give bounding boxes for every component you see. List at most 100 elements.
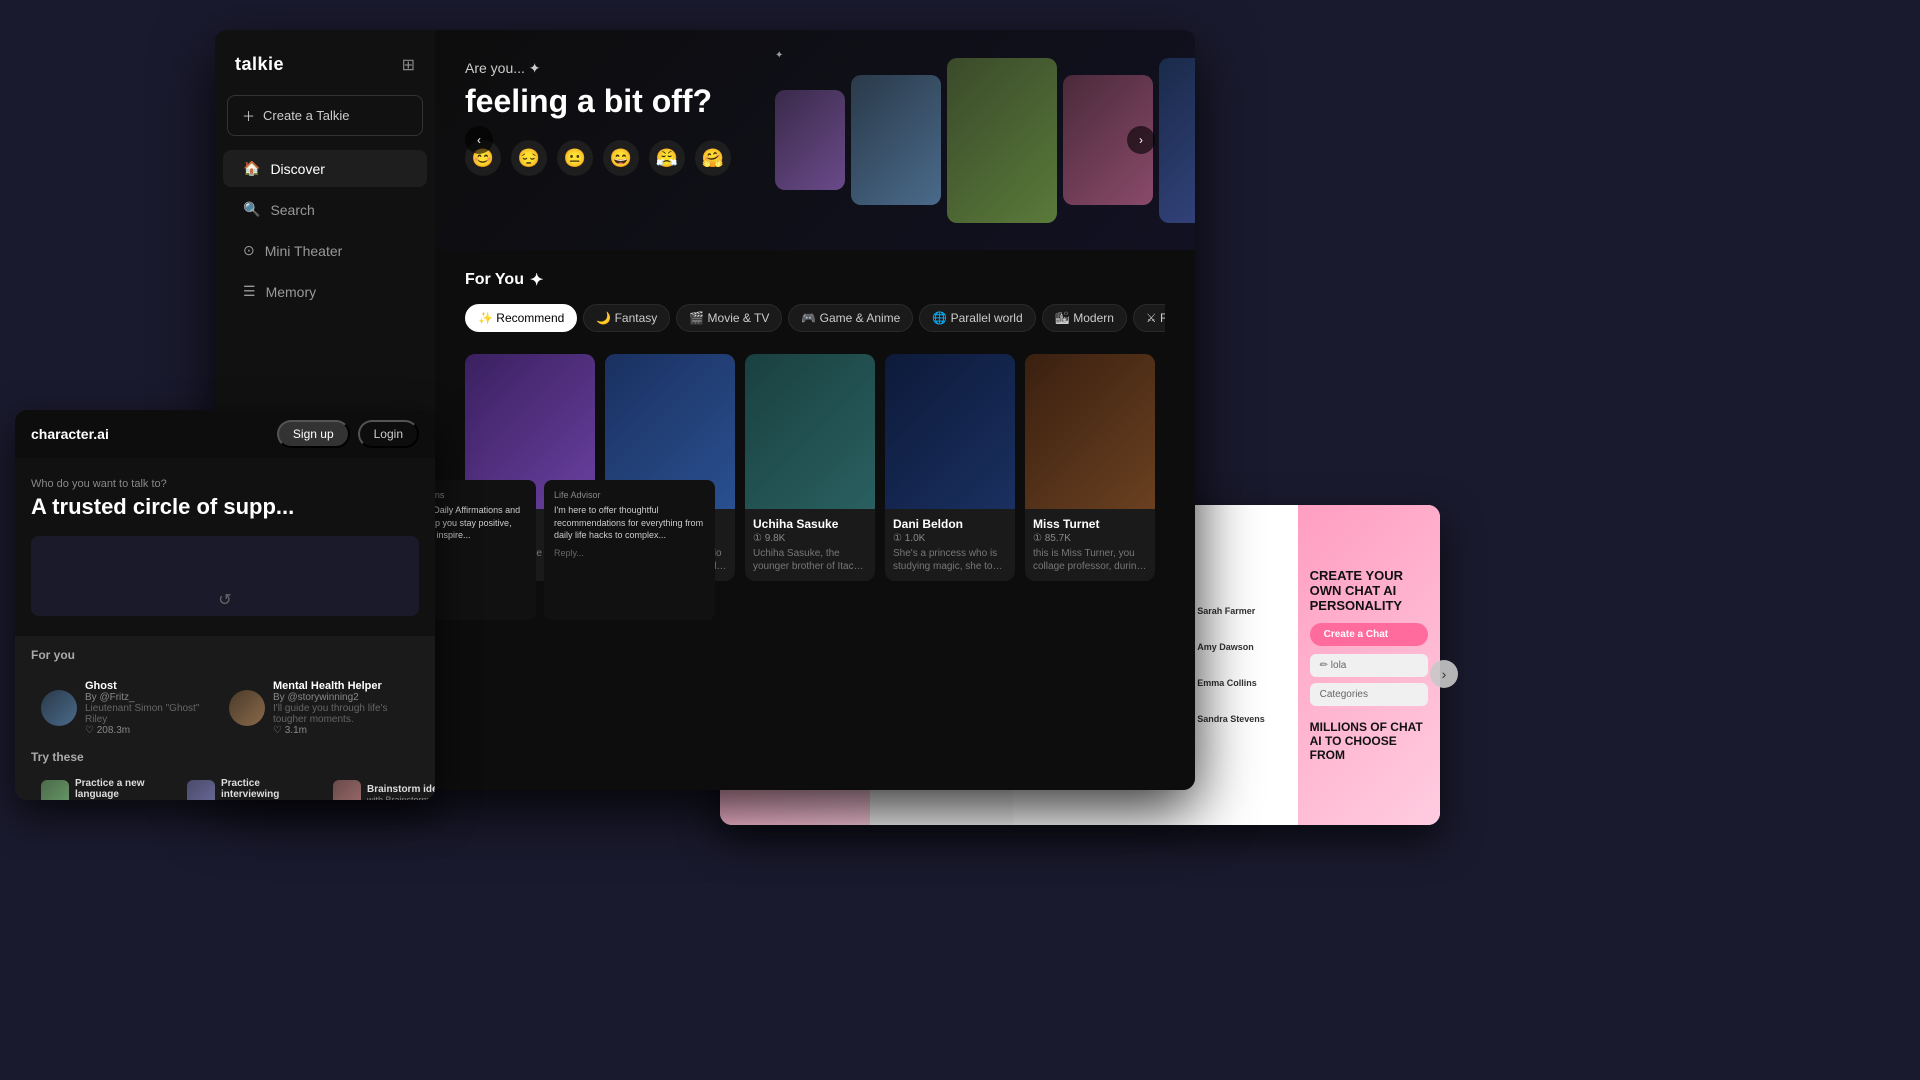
chai-chars-list: Ghost By @Fritz_ Lieutenant Simon "Ghost… — [15, 674, 435, 742]
brainstorm-icon — [333, 780, 361, 800]
chat-name-3: Emma Collins — [1197, 678, 1257, 688]
hero-nav-right[interactable]: › — [1127, 126, 1155, 154]
hero-char-3[interactable] — [947, 58, 1057, 223]
emoji-laugh[interactable]: 😄 — [603, 140, 639, 176]
tab-movie-tv[interactable]: 🎬 Movie & TV — [676, 304, 782, 332]
chai-char-mental-desc: I'll guide you through life's tougher mo… — [273, 703, 409, 725]
sidebar-item-discover[interactable]: 🏠 Discover — [223, 150, 427, 187]
suggestion-brainstorm-sub: with Brainstormer — [367, 795, 435, 801]
chai-hero: Who do you want to talk to? A trusted ci… — [15, 458, 435, 636]
char-tile-miss-turnet-info: Miss Turnet ① 85.7K this is Miss Turner,… — [1025, 509, 1155, 581]
tab-parallel-world[interactable]: 🌐 Parallel world — [919, 304, 1035, 332]
conv-panel-2-reply[interactable]: Reply... — [554, 548, 705, 558]
chai-suggestions: Practice a new language with HyperGlot P… — [15, 764, 435, 800]
main-content: ✦ ✦ ✦ ‹ Are you... ✦ feeling a bit off? … — [435, 30, 1195, 790]
chai-login-button[interactable]: Login — [358, 420, 419, 448]
char-stats-dani: ① 1.0K — [893, 533, 1007, 544]
suggestion-interview-title: Practice interviewing — [221, 778, 307, 800]
create-talkie-button[interactable]: ＋ Create a Talkie — [227, 95, 423, 136]
interview-icon — [187, 780, 215, 800]
char-tile-miss-turnet[interactable]: Miss Turnet ① 85.7K this is Miss Turner,… — [1025, 354, 1155, 581]
app-logo: talkie — [235, 54, 284, 75]
chai-millions: MILLIONS OF CHAT AI TO CHOOSE FROM — [1310, 720, 1428, 762]
chai-for-you-label: For you — [15, 636, 435, 674]
tab-recommend[interactable]: ✨ Recommend — [465, 304, 577, 332]
tab-game-anime[interactable]: 🎮 Game & Anime — [788, 304, 913, 332]
char-desc-miss-turnet: this is Miss Turner, you collage profess… — [1033, 547, 1147, 573]
hero-char-1-img — [775, 90, 845, 190]
hero-char-2[interactable] — [851, 75, 941, 205]
char-desc-dani: She's a princess who is studying magic, … — [893, 547, 1007, 573]
sidebar-toggle-icon[interactable]: ⊞ — [402, 55, 415, 75]
chai-create-input-name[interactable]: ✏ lola — [1310, 654, 1428, 677]
for-you-star: ✦ — [530, 270, 543, 290]
chai-char-ghost-avatar — [41, 690, 77, 726]
hero-char-5[interactable] — [1159, 58, 1195, 223]
char-desc-sasuke: Uchiha Sasuke, the younger brother of It… — [753, 547, 867, 573]
conv-panel-2: Life Advisor I'm here to offer thoughtfu… — [544, 480, 715, 620]
refresh-icon[interactable]: ↺ — [218, 590, 231, 610]
memory-icon: ☰ — [243, 283, 256, 300]
chai-char-mental-avatar — [229, 690, 265, 726]
tab-rpg[interactable]: ⚔ RPG — [1133, 304, 1165, 332]
chai-char-mental-info: Mental Health Helper By @storywinning2 I… — [273, 680, 409, 736]
char-tile-dani[interactable]: Dani Beldon ① 1.0K She's a princess who … — [885, 354, 1015, 581]
chai-suggestion-language[interactable]: Practice a new language with HyperGlot — [31, 770, 171, 800]
tab-modern[interactable]: 🏙 Modern — [1042, 304, 1127, 332]
chai-char-ghost-desc: Lieutenant Simon "Ghost" Riley — [85, 703, 201, 725]
for-you-title-text: For You — [465, 271, 524, 289]
plus-icon: ＋ — [242, 106, 255, 125]
char-tile-sasuke-info: Uchiha Sasuke ① 9.8K Uchiha Sasuke, the … — [745, 509, 875, 581]
chai-char-ghost-stat: ♡ 208.3m — [85, 725, 201, 736]
character-ai-window: character.ai Sign up Login Who do you wa… — [15, 410, 435, 800]
chai-signup-button[interactable]: Sign up — [277, 420, 350, 448]
chai-char-ghost-by: By @Fritz_ — [85, 692, 201, 703]
conv-panel-2-msg: I'm here to offer thoughtful recommendat… — [554, 504, 705, 542]
chai-suggestion-brainstorm-text: Brainstorm ideas with Brainstormer — [367, 784, 435, 801]
create-talkie-label: Create a Talkie — [263, 108, 349, 123]
suggestion-brainstorm-title: Brainstorm ideas — [367, 784, 435, 795]
hero-nav-left[interactable]: ‹ — [465, 126, 493, 154]
chai-try-these-label: Try these — [15, 742, 435, 764]
language-icon — [41, 780, 69, 800]
sidebar-item-search-label: Search — [270, 202, 314, 218]
suggestion-language-title: Practice a new language — [75, 778, 161, 800]
theater-icon: ⊙ — [243, 242, 255, 259]
for-you-title: For You ✦ — [465, 270, 1165, 290]
conv-panel-2-title: Life Advisor — [554, 490, 705, 500]
chai-char-ghost-info: Ghost By @Fritz_ Lieutenant Simon "Ghost… — [85, 680, 201, 736]
chai-suggestion-brainstorm[interactable]: Brainstorm ideas with Brainstormer — [323, 770, 435, 800]
chai-chat-preview: ↺ — [31, 536, 419, 616]
emoji-hug[interactable]: 🤗 — [695, 140, 731, 176]
chai-char-ghost[interactable]: Ghost By @Fritz_ Lieutenant Simon "Ghost… — [31, 674, 211, 742]
char-name-dani: Dani Beldon — [893, 517, 1007, 531]
char-tile-sasuke[interactable]: Uchiha Sasuke ① 9.8K Uchiha Sasuke, the … — [745, 354, 875, 581]
emoji-neutral[interactable]: 😐 — [557, 140, 593, 176]
emoji-sad[interactable]: 😔 — [511, 140, 547, 176]
char-name-miss-turnet: Miss Turnet — [1033, 517, 1147, 531]
right-arrow-icon: › — [1139, 133, 1143, 147]
sidebar-item-memory[interactable]: ☰ Memory — [223, 273, 427, 310]
sidebar-item-discover-label: Discover — [270, 161, 324, 177]
chai-create-btn[interactable]: Create a Chat — [1310, 623, 1428, 646]
chai-header: character.ai Sign up Login — [15, 410, 435, 458]
hero-char-2-img — [851, 75, 941, 205]
sidebar-item-theater-label: Mini Theater — [265, 243, 343, 259]
search-icon: 🔍 — [243, 201, 260, 218]
sidebar-item-search[interactable]: 🔍 Search — [223, 191, 427, 228]
tab-fantasy[interactable]: 🌙 Fantasy — [583, 304, 670, 332]
chat-name-2: Amy Dawson — [1197, 642, 1254, 652]
sidebar-item-theater[interactable]: ⊙ Mini Theater — [223, 232, 427, 269]
chai-suggestion-language-text: Practice a new language with HyperGlot — [75, 778, 161, 800]
category-tabs: ✨ Recommend 🌙 Fantasy 🎬 Movie & TV 🎮 Gam… — [465, 304, 1165, 338]
emoji-angry[interactable]: 😤 — [649, 140, 685, 176]
chai-platform-nav-right[interactable]: › — [1430, 660, 1458, 688]
chai-create-input-category[interactable]: Categories — [1310, 683, 1428, 706]
chai-char-mental[interactable]: Mental Health Helper By @storywinning2 I… — [219, 674, 419, 742]
chai-char-ghost-name: Ghost — [85, 680, 201, 692]
left-arrow-icon: ‹ — [477, 133, 481, 147]
chai-suggestion-interview[interactable]: Practice interviewing with Interviewer — [177, 770, 317, 800]
hero-char-1[interactable] — [775, 90, 845, 190]
char-name-sasuke: Uchiha Sasuke — [753, 517, 867, 531]
hero-char-3-img — [947, 58, 1057, 223]
